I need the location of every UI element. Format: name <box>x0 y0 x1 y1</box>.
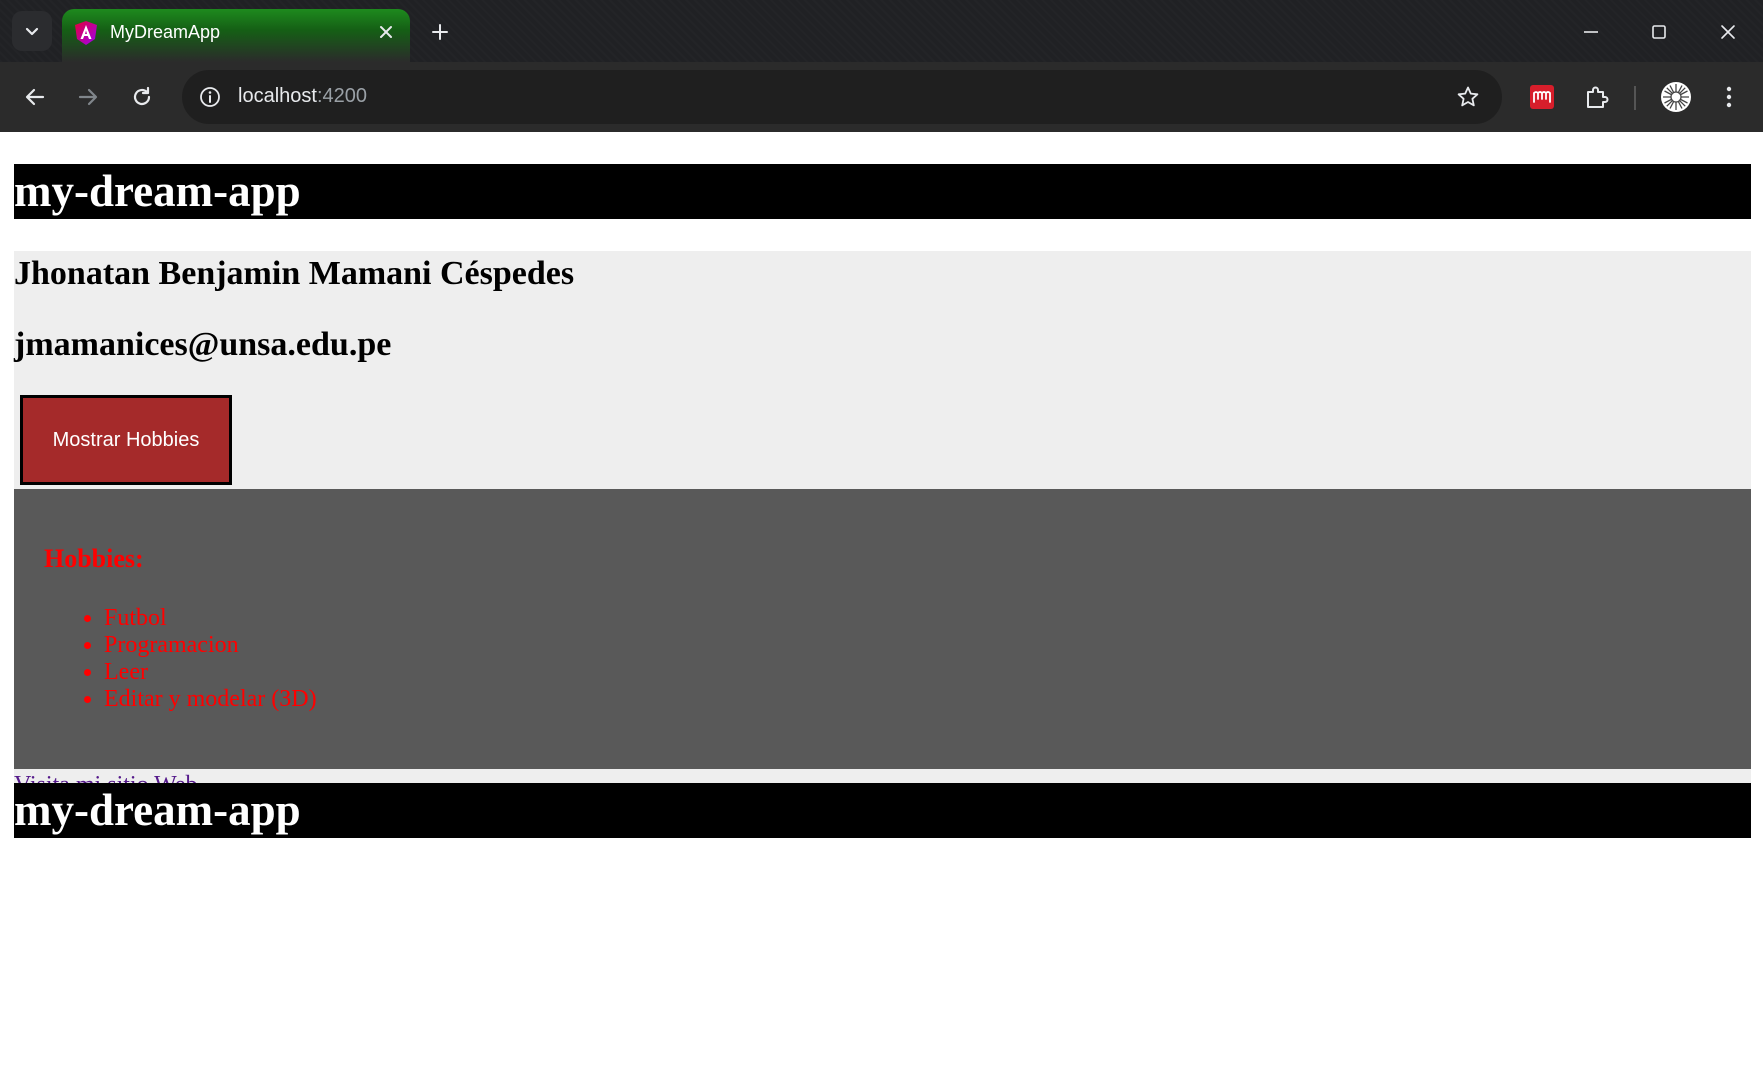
mendeley-icon <box>1530 85 1554 109</box>
extensions-button[interactable] <box>1577 77 1617 117</box>
minimize-icon <box>1584 31 1598 33</box>
user-email: jmamanices@unsa.edu.pe <box>14 326 392 363</box>
show-hobbies-button[interactable]: Mostrar Hobbies <box>20 395 232 485</box>
list-item: Leer <box>104 659 317 686</box>
reload-icon <box>133 86 151 106</box>
url-port: :4200 <box>316 85 367 107</box>
maximize-button[interactable] <box>1635 12 1683 52</box>
url-text: localhost:4200 <box>238 85 367 108</box>
plus-icon <box>432 24 448 40</box>
profile-button[interactable] <box>1656 77 1696 117</box>
reload-button[interactable] <box>122 77 162 117</box>
list-item: Programacion <box>104 632 317 659</box>
back-button[interactable] <box>15 77 55 117</box>
avatar-icon <box>1661 82 1691 112</box>
hobbies-list: Futbol Programacion Leer Editar y modela… <box>104 605 317 713</box>
close-icon <box>1721 25 1735 39</box>
tab-title: MyDreamApp <box>110 22 221 42</box>
list-item: Editar y modelar (3D) <box>104 686 317 713</box>
info-icon <box>200 87 220 107</box>
maximize-icon <box>1652 25 1666 39</box>
url-host: localhost <box>238 85 317 107</box>
list-item: Futbol <box>104 605 317 632</box>
star-icon <box>1457 86 1479 107</box>
tab-mydreamapp[interactable]: MyDreamApp <box>62 9 410 62</box>
new-tab-button[interactable] <box>424 12 456 52</box>
tab-strip: MyDreamApp <box>0 0 1763 62</box>
page-viewport: my-dream-app Jhonatan Benjamin Mamani Cé… <box>2 132 1761 1079</box>
close-icon <box>380 26 392 38</box>
mendeley-extension-button[interactable] <box>1522 77 1562 117</box>
browser-chrome: MyDreamApp localhost:4200 <box>0 0 1763 132</box>
arrow-right-icon <box>78 88 98 106</box>
bookmark-button[interactable] <box>1452 81 1484 113</box>
toolbar-divider <box>1634 86 1636 110</box>
site-info-button[interactable] <box>194 81 226 113</box>
browser-menu-button[interactable] <box>1709 77 1749 117</box>
hobbies-title: Hobbies: <box>44 544 144 573</box>
tab-search-button[interactable] <box>12 11 52 51</box>
app-header: my-dream-app <box>14 164 1751 219</box>
app-footer: my-dream-app <box>14 783 1751 838</box>
app-title: my-dream-app <box>14 166 301 216</box>
tab-close-button[interactable] <box>374 20 398 44</box>
minimize-button[interactable] <box>1567 12 1615 52</box>
forward-button[interactable] <box>68 77 108 117</box>
puzzle-icon <box>1587 86 1609 108</box>
address-bar[interactable]: localhost:4200 <box>182 70 1502 124</box>
chevron-down-icon <box>25 27 39 36</box>
close-window-button[interactable] <box>1704 12 1752 52</box>
kebab-menu-icon <box>1726 86 1732 108</box>
angular-icon <box>75 21 97 45</box>
profile-card: Jhonatan Benjamin Mamani Céspedes jmaman… <box>14 251 1751 831</box>
browser-toolbar: localhost:4200 <box>0 62 1763 132</box>
arrow-left-icon <box>25 88 45 106</box>
footer-title: my-dream-app <box>14 785 301 835</box>
user-name: Jhonatan Benjamin Mamani Céspedes <box>14 255 575 292</box>
hobbies-panel: Hobbies: Futbol Programacion Leer Editar… <box>14 489 1751 769</box>
